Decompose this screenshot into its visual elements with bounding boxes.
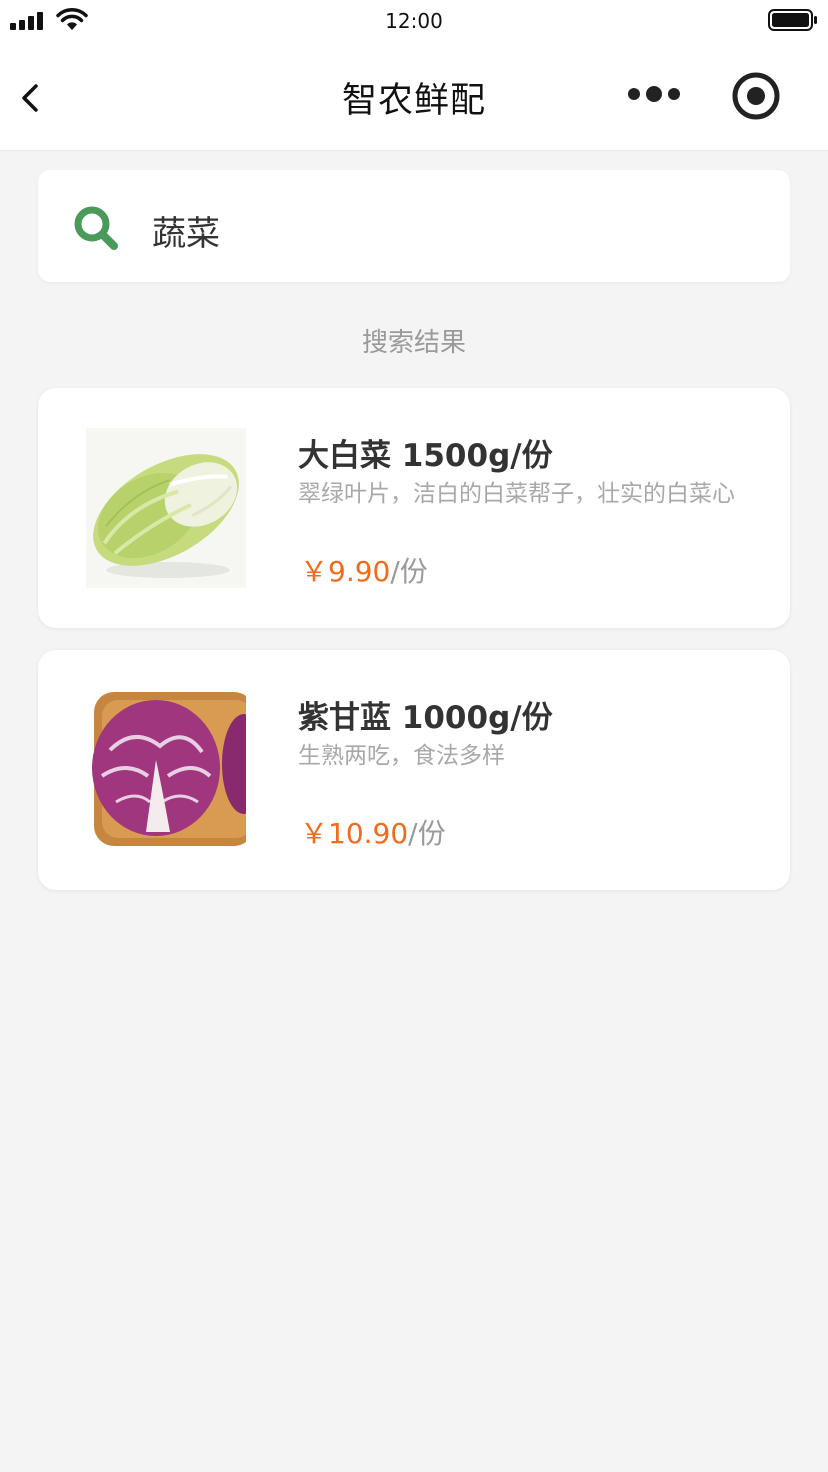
price-value: ￥9.90	[300, 555, 391, 588]
red-cabbage-image	[86, 690, 246, 850]
napa-cabbage-image	[86, 428, 246, 588]
product-name: 大白菜 1500g/份	[298, 438, 553, 474]
close-miniprogram-icon[interactable]	[728, 68, 784, 124]
product-name: 紫甘蓝 1000g/份	[298, 700, 553, 736]
price-unit: /份	[408, 817, 446, 850]
battery-icon	[768, 9, 817, 31]
price-value: ￥10.90	[300, 817, 409, 850]
nav-bar: 智农鲜配	[0, 44, 828, 151]
product-description: 翠绿叶片，洁白的白菜帮子，壮实的白菜心	[298, 481, 735, 507]
search-bar[interactable]: 蔬菜	[38, 170, 790, 282]
product-card[interactable]: 大白菜 1500g/份 翠绿叶片，洁白的白菜帮子，壮实的白菜心 ￥9.90/份	[38, 388, 790, 628]
product-description: 生熟两吃，食法多样	[298, 743, 505, 769]
search-icon	[74, 206, 118, 250]
product-card[interactable]: 紫甘蓝 1000g/份 生熟两吃，食法多样 ￥10.90/份	[38, 650, 790, 890]
product-price: ￥10.90/份	[300, 812, 446, 852]
status-bar: 12:00	[0, 0, 828, 44]
search-input[interactable]: 蔬菜	[152, 206, 220, 255]
page-title: 智农鲜配	[341, 81, 486, 121]
section-title: 搜索结果	[361, 328, 466, 358]
price-unit: /份	[390, 555, 428, 588]
status-time: 12:00	[385, 9, 443, 33]
product-price: ￥9.90/份	[300, 550, 428, 590]
more-icon[interactable]	[620, 80, 690, 108]
